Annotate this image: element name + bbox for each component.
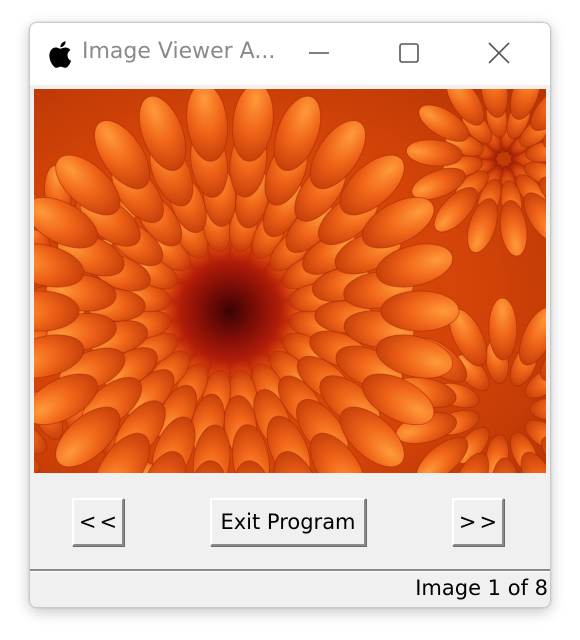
exit-button-label: Exit Program: [220, 510, 356, 534]
orange-chrysanthemum-photo: [34, 89, 546, 473]
previous-button-label: <<: [78, 510, 121, 534]
close-button[interactable]: [454, 23, 544, 83]
image-viewer-window: Image Viewer A... << Exit Program >> Ima…: [29, 22, 551, 608]
next-image-button[interactable]: >>: [452, 498, 504, 546]
apple-logo-icon: [49, 41, 72, 68]
minimize-icon: [309, 52, 329, 54]
maximize-button[interactable]: [364, 23, 454, 83]
next-button-label: >>: [458, 510, 501, 534]
minimize-button[interactable]: [274, 23, 364, 83]
image-display: [34, 89, 546, 473]
previous-image-button[interactable]: <<: [72, 498, 124, 546]
window-title: Image Viewer A...: [82, 39, 276, 64]
image-counter: Image 1 of 8: [415, 576, 548, 600]
status-bar: Image 1 of 8: [30, 569, 550, 607]
maximize-icon: [399, 43, 419, 63]
close-icon: [488, 42, 510, 64]
viewer-content: << Exit Program >> Image 1 of 8: [30, 85, 550, 607]
exit-program-button[interactable]: Exit Program: [210, 498, 366, 546]
title-bar[interactable]: Image Viewer A...: [30, 23, 550, 85]
